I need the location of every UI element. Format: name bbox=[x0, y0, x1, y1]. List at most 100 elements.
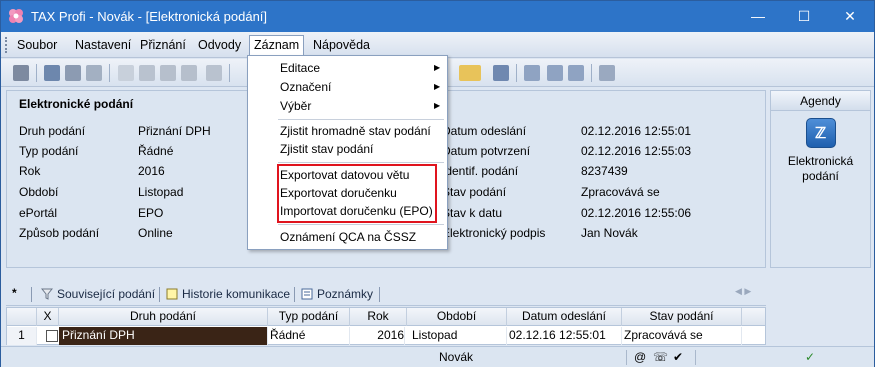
cell-rok[interactable]: 2016 bbox=[350, 327, 405, 345]
comment-icon[interactable] bbox=[524, 65, 540, 81]
app-logo-icon bbox=[9, 9, 23, 23]
preview-icon[interactable] bbox=[86, 65, 102, 81]
tab-bar: * Související podání Historie komunikace… bbox=[6, 282, 766, 306]
menu-item-oznaceni[interactable]: Označení bbox=[280, 78, 331, 96]
agendy-header: Agendy bbox=[771, 91, 870, 111]
phone-icon[interactable]: ☏ bbox=[653, 350, 668, 364]
agendy-item-label[interactable]: Elektronická podání bbox=[776, 154, 865, 184]
minimize-button[interactable]: — bbox=[735, 1, 781, 32]
value-stav-k-datu: 02.12.2016 12:55:06 bbox=[581, 206, 692, 220]
col-datum-odeslani[interactable]: Datum odeslání bbox=[507, 308, 622, 326]
print-icon[interactable] bbox=[65, 65, 81, 81]
report-icon[interactable] bbox=[568, 65, 584, 81]
menu-priznani[interactable]: Přiznání bbox=[136, 36, 190, 55]
menu-nastaveni[interactable]: Nastavení bbox=[71, 36, 135, 55]
tab-separator bbox=[159, 287, 160, 302]
menu-item-zjistit-hromadne[interactable]: Zjistit hromadně stav podání bbox=[280, 122, 431, 140]
col-rok[interactable]: Rok bbox=[350, 308, 407, 326]
menu-napoveda[interactable]: Nápověda bbox=[309, 36, 374, 55]
cell-druh-podani[interactable]: Přiznání DPH bbox=[59, 327, 268, 345]
save-icon[interactable] bbox=[160, 65, 176, 81]
menubar-grip bbox=[5, 37, 8, 53]
copy-icon[interactable] bbox=[206, 65, 222, 81]
status-bar: Novák @ ☏ ✔ ✓ bbox=[1, 346, 874, 367]
label-stav-k-datu: Stav k datu bbox=[442, 206, 503, 220]
check-icon[interactable] bbox=[139, 65, 155, 81]
cell-typ-podani[interactable]: Řádné bbox=[270, 327, 350, 345]
tab-poznamky[interactable]: Poznámky bbox=[297, 283, 373, 306]
value-datum-odeslani: 02.12.2016 12:55:01 bbox=[581, 124, 692, 138]
tab-separator bbox=[31, 287, 32, 302]
cell-datum-odeslani[interactable]: 02.12.16 12:55:01 bbox=[509, 327, 622, 345]
electronic-filing-icon[interactable]: ℤ bbox=[806, 118, 836, 148]
tab-star[interactable]: * bbox=[12, 286, 17, 300]
maximize-button[interactable]: ☐ bbox=[781, 1, 827, 32]
home-icon[interactable] bbox=[44, 65, 60, 81]
value-rok: 2016 bbox=[138, 164, 165, 178]
toolbar-separator bbox=[36, 64, 37, 82]
tab-souvisejici-podani[interactable]: Související podání bbox=[37, 283, 155, 306]
status-user: Novák bbox=[439, 350, 474, 364]
tab-separator bbox=[294, 287, 295, 302]
tab-historie-komunikace[interactable]: Historie komunikace bbox=[162, 283, 290, 306]
col-x[interactable]: X bbox=[37, 308, 59, 326]
window-title: TAX Profi - Novák - [Elektronická podání… bbox=[31, 9, 268, 24]
new-icon[interactable] bbox=[118, 65, 134, 81]
notes-icon bbox=[301, 288, 313, 300]
label-obdobi: Období bbox=[19, 185, 59, 199]
label-eportal: ePortál bbox=[19, 206, 58, 220]
email-icon[interactable]: @ bbox=[634, 350, 646, 364]
tab-separator bbox=[379, 287, 380, 302]
submenu-arrow-icon: ▶ bbox=[434, 82, 441, 91]
menu-item-oznameni-qca[interactable]: Oznámení QCA na ČSSZ bbox=[280, 228, 416, 246]
col-stav-podani[interactable]: Stav podání bbox=[622, 308, 742, 326]
cell-stav-podani[interactable]: Zpracovává se bbox=[624, 327, 742, 345]
help-icon[interactable] bbox=[599, 65, 615, 81]
menu-item-vyber[interactable]: Výběr bbox=[280, 97, 311, 115]
value-obdobi: Listopad bbox=[138, 185, 184, 199]
col-row-number bbox=[7, 308, 37, 326]
row-number: 1 bbox=[7, 327, 37, 345]
label-rok: Rok bbox=[19, 164, 41, 178]
tab-label: Historie komunikace bbox=[182, 287, 291, 301]
col-druh-podani[interactable]: Druh podání bbox=[59, 308, 268, 326]
value-stav-podani: Zpracovává se bbox=[581, 185, 660, 199]
save-all-icon[interactable] bbox=[181, 65, 197, 81]
label-typ-podani: Typ podání bbox=[19, 144, 79, 158]
sign-icon[interactable]: ✔ bbox=[673, 350, 683, 364]
menu-item-editace[interactable]: Editace bbox=[280, 59, 320, 77]
exit-icon[interactable] bbox=[13, 65, 29, 81]
tab-label: Související podání bbox=[57, 287, 156, 301]
list-icon[interactable] bbox=[547, 65, 563, 81]
tab-scroll-arrows[interactable]: ◀ ▶ bbox=[735, 286, 751, 297]
data-grid: X Druh podání Typ podání Rok Období Datu… bbox=[6, 307, 766, 345]
label-elektronicky-podpis: Elektronický podpis bbox=[442, 226, 546, 240]
calendar-icon[interactable] bbox=[493, 65, 509, 81]
agendy-panel: Agendy ℤ Elektronická podání bbox=[770, 90, 871, 268]
close-button[interactable]: ✕ bbox=[827, 1, 873, 32]
title-bar: TAX Profi - Novák - [Elektronická podání… bbox=[1, 1, 874, 32]
menu-soubor[interactable]: Soubor bbox=[13, 36, 61, 55]
table-row[interactable]: 1 Přiznání DPH Řádné 2016 Listopad 02.12… bbox=[7, 327, 765, 345]
row-checkbox[interactable] bbox=[46, 330, 58, 342]
menu-separator bbox=[278, 119, 444, 120]
highlight-annotation bbox=[277, 164, 437, 223]
ok-icon: ✓ bbox=[805, 350, 816, 364]
col-typ-podani[interactable]: Typ podání bbox=[268, 308, 350, 326]
cell-obdobi[interactable]: Listopad bbox=[412, 327, 507, 345]
status-separator bbox=[626, 350, 627, 365]
menu-item-zjistit-stav[interactable]: Zjistit stav podání bbox=[280, 140, 373, 158]
toolbar-separator bbox=[591, 64, 592, 82]
menu-separator bbox=[278, 162, 444, 163]
submenu-arrow-icon: ▶ bbox=[434, 101, 441, 110]
folder-icon[interactable] bbox=[459, 65, 481, 81]
label-zpusob-podani: Způsob podání bbox=[19, 226, 100, 240]
submenu-arrow-icon: ▶ bbox=[434, 63, 441, 72]
toolbar-separator bbox=[229, 64, 230, 82]
col-obdobi[interactable]: Období bbox=[407, 308, 507, 326]
label-stav-podani: Stav podání bbox=[442, 185, 507, 199]
label-datum-potvrzeni: Datum potvrzení bbox=[442, 144, 531, 158]
filter-icon bbox=[41, 288, 53, 300]
value-eportal: EPO bbox=[138, 206, 164, 220]
menu-odvody[interactable]: Odvody bbox=[194, 36, 245, 55]
